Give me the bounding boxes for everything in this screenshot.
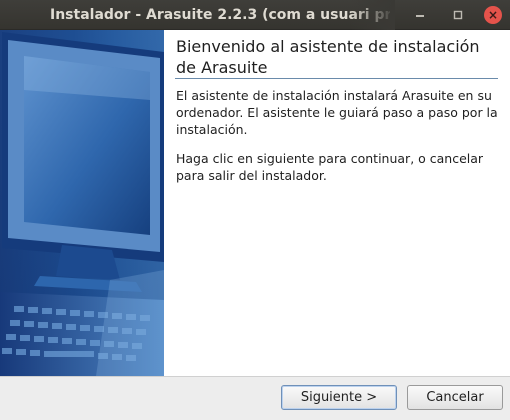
title-bar[interactable]: Instalador - Arasuite 2.2.3 (com a usuar… [0,0,510,30]
maximize-glyph [453,10,463,20]
close-glyph: × [487,8,499,22]
side-banner-image [0,30,164,376]
heading-divider [175,78,498,79]
window-title: Instalador - Arasuite 2.2.3 (com a usuar… [50,7,390,23]
content-panel: Bienvenido al asistente de instalación d… [164,30,510,376]
instruction-paragraph: Haga clic en siguiente para continuar, o… [176,151,484,183]
button-bar: Siguiente > Cancelar [0,376,510,420]
close-icon[interactable]: × [484,6,502,24]
minimize-icon[interactable] [410,5,430,25]
intro-paragraph: El asistente de instalación instalará Ar… [176,88,498,137]
computer-illustration-icon [0,30,164,376]
title-fade [350,0,395,30]
page-title: Bienvenido al asistente de instalación d… [176,37,480,77]
next-button[interactable]: Siguiente > [281,385,397,410]
installer-window: Instalador - Arasuite 2.2.3 (com a usuar… [0,0,510,420]
maximize-icon[interactable] [448,5,468,25]
cancel-button[interactable]: Cancelar [407,385,503,410]
